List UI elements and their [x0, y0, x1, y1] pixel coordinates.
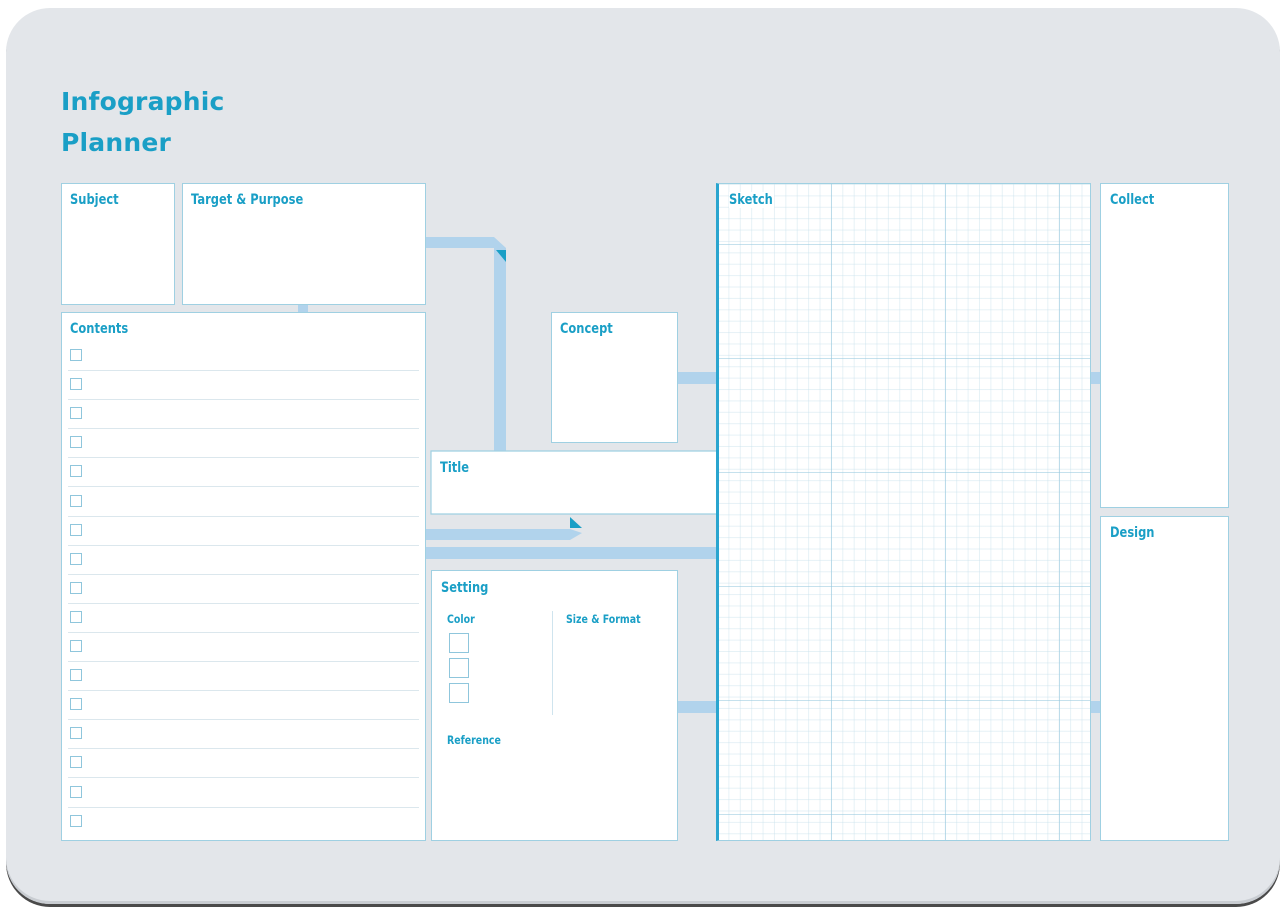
design-box[interactable]: Design	[1100, 516, 1229, 841]
contents-checkbox[interactable]	[70, 436, 82, 449]
color-swatch[interactable]	[449, 633, 469, 653]
contents-checkbox[interactable]	[70, 727, 82, 740]
contents-row-line	[68, 486, 419, 488]
contents-checkbox[interactable]	[70, 581, 82, 594]
contents-checkbox[interactable]	[70, 465, 82, 478]
contents-row-line	[68, 573, 419, 575]
contents-checkbox[interactable]	[70, 552, 82, 565]
collect-label: Collect	[1110, 192, 1155, 208]
color-label: Color	[447, 612, 475, 626]
connector-sketch-to-design	[1090, 701, 1100, 713]
contents-checkbox[interactable]	[70, 698, 82, 711]
contents-row-line	[68, 457, 419, 459]
contents-checkbox[interactable]	[70, 494, 82, 507]
design-label: Design	[1110, 525, 1155, 541]
target-purpose-label: Target & Purpose	[191, 192, 304, 208]
sketch-grid[interactable]: Sketch	[716, 183, 1091, 841]
connector-contents-to-title	[426, 529, 582, 540]
arrow-tip-contents	[570, 517, 582, 528]
setting-box[interactable]: Setting Color Size & Format Reference	[431, 570, 678, 841]
title-box[interactable]	[430, 450, 750, 516]
setting-divider	[552, 611, 553, 715]
concept-label: Concept	[560, 321, 613, 337]
connector-setting-to-sketch	[677, 701, 718, 713]
contents-row-line	[68, 690, 419, 692]
connector-sketch-to-collect	[1090, 372, 1100, 384]
collect-box[interactable]: Collect	[1100, 183, 1229, 508]
contents-checkbox[interactable]	[70, 407, 82, 420]
contents-checkbox[interactable]	[70, 349, 82, 361]
contents-row-line	[68, 748, 419, 750]
reference-label: Reference	[447, 733, 501, 747]
contents-row-line	[68, 602, 419, 604]
color-swatch[interactable]	[449, 658, 469, 678]
sketch-label: Sketch	[729, 192, 775, 208]
size-format-label: Size & Format	[566, 612, 641, 626]
contents-row-line	[68, 719, 419, 721]
concept-box[interactable]: Concept	[551, 312, 678, 443]
title-label: Title	[440, 460, 469, 476]
contents-box[interactable]: Contents	[61, 312, 426, 841]
contents-checkbox[interactable]	[70, 814, 82, 827]
contents-row-line	[68, 631, 419, 633]
contents-checkbox[interactable]	[70, 785, 82, 798]
contents-checkbox[interactable]	[70, 610, 82, 623]
connector-concept-to-sketch	[677, 372, 718, 384]
contents-row-line	[68, 428, 419, 430]
contents-row-line	[68, 661, 419, 662]
setting-label: Setting	[441, 580, 489, 596]
subject-label: Subject	[70, 192, 119, 208]
contents-checkbox[interactable]	[70, 669, 82, 682]
contents-checkbox[interactable]	[70, 378, 82, 391]
contents-checkbox[interactable]	[70, 640, 82, 652]
color-swatch[interactable]	[449, 683, 469, 703]
connector-contents-to-sketch	[426, 547, 718, 559]
contents-row-line	[68, 515, 419, 517]
contents-row-line	[68, 777, 419, 779]
contents-label: Contents	[70, 321, 129, 337]
contents-row-line	[68, 399, 419, 401]
contents-row-line	[68, 370, 419, 371]
subject-box[interactable]: Subject	[61, 183, 175, 305]
contents-checkbox[interactable]	[70, 523, 82, 536]
contents-checkbox[interactable]	[70, 756, 82, 769]
contents-row-line	[68, 544, 419, 546]
connector-target-to-concept	[426, 237, 506, 452]
target-purpose-box[interactable]: Target & Purpose	[182, 183, 426, 305]
contents-row-line	[68, 806, 419, 808]
